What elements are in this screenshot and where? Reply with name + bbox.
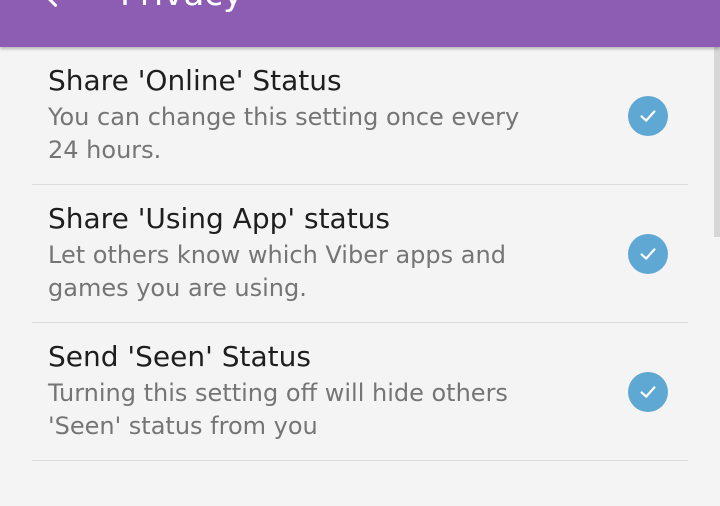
setting-summary: Turning this setting off will hide other… xyxy=(48,379,508,440)
checkbox-checked[interactable] xyxy=(628,96,668,136)
setting-summary: You can change this setting once every 2… xyxy=(48,103,520,164)
checkbox-checked[interactable] xyxy=(628,372,668,412)
setting-share-online-status[interactable]: Share 'Online' Status You can change thi… xyxy=(32,47,688,185)
setting-send-seen-status[interactable]: Send 'Seen' Status Turning this setting … xyxy=(32,323,688,461)
check-icon xyxy=(640,248,656,260)
setting-title: Share 'Online' Status xyxy=(48,64,342,97)
back-button[interactable] xyxy=(32,0,72,16)
checkbox-checked[interactable] xyxy=(628,234,668,274)
setting-summary: Let others know which Viber apps and gam… xyxy=(48,241,506,302)
setting-share-using-app-status[interactable]: Share 'Using App' status Let others know… xyxy=(32,185,688,323)
setting-title: Share 'Using App' status xyxy=(48,202,391,235)
check-icon xyxy=(640,386,656,398)
settings-list: Share 'Online' Status You can change thi… xyxy=(0,47,720,461)
setting-title: Send 'Seen' Status xyxy=(48,340,311,373)
check-icon xyxy=(640,110,656,122)
page-title: Privacy xyxy=(120,0,243,14)
app-bar: Privacy xyxy=(0,0,720,47)
arrow-back-icon xyxy=(48,0,58,7)
